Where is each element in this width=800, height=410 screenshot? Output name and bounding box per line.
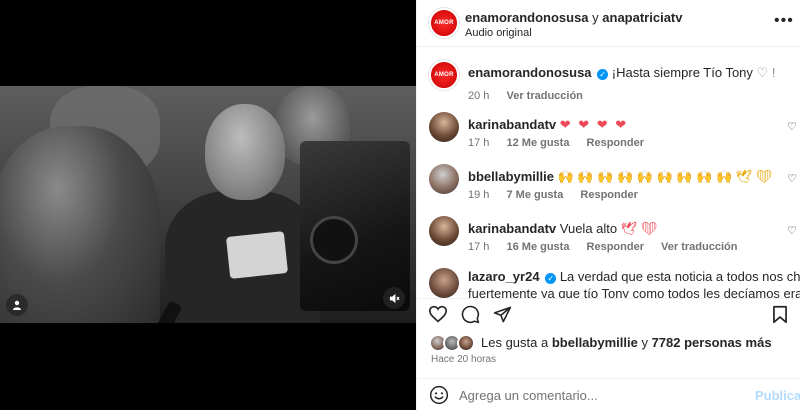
comment-item: karinabandatv Vuela alto 🕊 ❤ 17 h 16 Me … <box>417 212 800 256</box>
likes-text: Les gusta a bbellabymillie y 7782 person… <box>481 335 772 350</box>
post-actions-bar <box>417 299 800 329</box>
paper-plane-icon <box>493 306 511 322</box>
comment-text: La verdad que esta noticia a todos nos c… <box>559 269 800 284</box>
comment-line-2: fuertemente ya que tío Tony como todos l… <box>468 286 800 298</box>
comment-text: ❤ ❤ ❤ ❤ <box>559 117 629 132</box>
commenter-avatar[interactable]: AMOR <box>429 60 459 90</box>
comment-meta: 17 h 12 Me gusta Responder <box>468 137 658 149</box>
liker-username[interactable]: bbellabymillie <box>552 335 638 350</box>
comment-meta: 19 h 7 Me gusta Responder <box>468 189 652 201</box>
comment-text: 🙌 🙌 🙌 🙌 🙌 🙌 🙌 🙌 🙌 🕊 ❤ <box>557 169 773 184</box>
save-button[interactable] <box>769 303 791 325</box>
video-frame-reporter <box>0 126 160 323</box>
brand-logo-text: AMOR <box>434 72 454 78</box>
author-username-1[interactable]: enamorandonosusa <box>465 10 589 25</box>
see-translation-link[interactable]: Ver traducción <box>506 90 582 102</box>
media-pane <box>0 0 416 410</box>
commenter-username[interactable]: enamorandonosusa <box>468 65 592 80</box>
video-player[interactable] <box>0 86 416 323</box>
comment-time[interactable]: 17 h <box>468 241 489 253</box>
comment-text-continued: fuertemente ya que tío Tony como todos l… <box>468 286 800 298</box>
author-username-2[interactable]: anapatriciatv <box>602 10 682 25</box>
comment-button[interactable] <box>459 303 481 325</box>
smiley-icon <box>429 385 449 405</box>
comment-composer: Publicar <box>417 378 800 410</box>
post-header: AMOR enamorandonosusa y anapatriciatv Au… <box>417 0 800 47</box>
see-translation-link[interactable]: Ver traducción <box>661 241 737 253</box>
commenter-username[interactable]: bbellabymillie <box>468 169 554 184</box>
emoji-button[interactable] <box>429 385 449 405</box>
comment-likes-count[interactable]: 16 Me gusta <box>506 241 569 253</box>
commenter-username[interactable]: lazaro_yr24 <box>468 269 540 284</box>
comment-text: ¡Hasta siempre Tío Tony <box>611 65 753 80</box>
like-comment-button[interactable]: ♡ <box>787 120 797 133</box>
comment-line: lazaro_yr24 ✓ La verdad que esta noticia… <box>468 269 800 284</box>
likes-prefix: Les gusta a <box>481 335 549 350</box>
likes-summary: Les gusta a bbellabymillie y 7782 person… <box>417 333 800 353</box>
commenter-avatar[interactable] <box>429 164 459 194</box>
comment-time[interactable]: 19 h <box>468 189 489 201</box>
user-icon <box>13 300 21 310</box>
video-frame-paper <box>225 231 289 279</box>
comment-likes-count[interactable]: 12 Me gusta <box>506 137 569 149</box>
caption-comment: AMOR enamorandonosusa ✓ ¡Hasta siempre T… <box>417 56 800 102</box>
commenter-username[interactable]: karinabandatv <box>468 221 556 236</box>
liker-avatar <box>457 334 475 352</box>
audio-label[interactable]: Audio original <box>465 27 532 39</box>
authors-joiner: y <box>592 10 599 25</box>
author-avatar[interactable]: AMOR <box>429 8 459 38</box>
video-frame-camera-lens <box>310 216 358 264</box>
reply-link[interactable]: Responder <box>587 137 644 149</box>
heart-outline-icon <box>428 305 448 323</box>
comment-item: bbellabymillie 🙌 🙌 🙌 🙌 🙌 🙌 🙌 🙌 🙌 🕊 ❤ 19 … <box>417 160 800 204</box>
video-frame-man-head <box>205 104 285 200</box>
likes-joiner: y <box>641 335 648 350</box>
mute-toggle-button[interactable] <box>383 287 405 309</box>
commenter-avatar[interactable] <box>429 216 459 246</box>
comment-meta: 20 h Ver traducción <box>468 90 597 102</box>
like-comment-button[interactable]: ♡ <box>787 172 797 185</box>
brand-logo-text: AMOR <box>434 20 454 26</box>
post-comment-button[interactable]: Publicar <box>755 388 800 403</box>
comment-line: karinabandatv ❤ ❤ ❤ ❤ <box>468 117 628 133</box>
comment-line: enamorandonosusa ✓ ¡Hasta siempre Tío To… <box>468 65 775 81</box>
bookmark-icon <box>773 305 787 323</box>
commenter-username[interactable]: karinabandatv <box>468 117 556 132</box>
heart-outline-icon: ♡ <box>787 121 797 133</box>
like-comment-button[interactable]: ♡ <box>787 224 797 237</box>
comment-time[interactable]: 17 h <box>468 137 489 149</box>
commenter-avatar[interactable] <box>429 268 459 298</box>
verified-badge-icon: ✓ <box>597 69 609 80</box>
more-options-button[interactable]: ••• <box>774 12 794 30</box>
share-button[interactable] <box>491 303 513 325</box>
comment-item: karinabandatv ❤ ❤ ❤ ❤ 17 h 12 Me gusta R… <box>417 108 800 152</box>
comment-meta: 17 h 16 Me gusta Responder Ver traducció… <box>468 241 751 253</box>
more-horizontal-icon: ••• <box>774 12 794 29</box>
comment-text-suffix: ♡ ! <box>756 65 776 80</box>
comment-item: lazaro_yr24 ✓ La verdad que esta noticia… <box>417 264 800 298</box>
comment-input[interactable] <box>459 385 739 405</box>
speaker-muted-icon <box>389 293 400 303</box>
comment-text-suffix: 🕊 ❤ <box>620 221 658 236</box>
commenter-avatar[interactable] <box>429 112 459 142</box>
like-post-button[interactable] <box>427 303 449 325</box>
reply-link[interactable]: Responder <box>587 241 644 253</box>
post-panel: AMOR enamorandonosusa y anapatriciatv Au… <box>416 0 800 410</box>
likes-count[interactable]: 7782 personas más <box>652 335 772 350</box>
heart-outline-icon: ♡ <box>787 173 797 185</box>
comments-list[interactable]: AMOR enamorandonosusa ✓ ¡Hasta siempre T… <box>417 48 800 298</box>
comment-bubble-icon <box>461 305 479 323</box>
comment-time[interactable]: 20 h <box>468 90 489 102</box>
heart-outline-icon: ♡ <box>787 225 797 237</box>
verified-badge-icon: ✓ <box>545 273 557 284</box>
tagged-users-button[interactable] <box>6 294 28 316</box>
comment-text: Vuela alto <box>559 221 618 236</box>
post-timestamp[interactable]: Hace 20 horas <box>431 354 496 365</box>
comment-likes-count[interactable]: 7 Me gusta <box>506 189 563 201</box>
post-authors: enamorandonosusa y anapatriciatv <box>465 10 682 25</box>
reply-link[interactable]: Responder <box>580 189 637 201</box>
comment-line: bbellabymillie 🙌 🙌 🙌 🙌 🙌 🙌 🙌 🙌 🙌 🕊 ❤ <box>468 169 772 185</box>
comment-line: karinabandatv Vuela alto 🕊 ❤ <box>468 221 657 237</box>
